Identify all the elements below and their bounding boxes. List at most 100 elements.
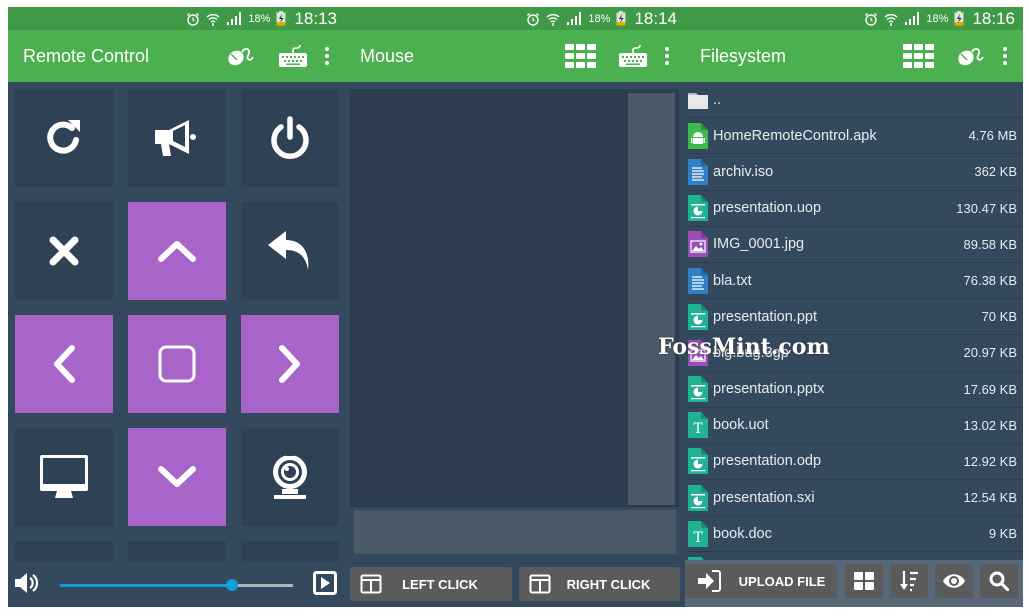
file-size: 76.38 KB bbox=[963, 273, 1018, 289]
power-button[interactable] bbox=[241, 89, 339, 187]
mouse-mode-button[interactable] bbox=[221, 36, 261, 76]
status-bar: 18% 18:13 bbox=[8, 7, 345, 30]
file-name: presentation.odp bbox=[713, 453, 822, 470]
webcam-button[interactable] bbox=[241, 428, 339, 526]
up-button[interactable] bbox=[128, 202, 226, 300]
media-play-button[interactable] bbox=[313, 570, 337, 600]
right-click-label: RIGHT CLICK bbox=[566, 576, 651, 592]
horizontal-scroll-area[interactable] bbox=[353, 509, 677, 555]
file-row[interactable]: bla.txt 76.38 KB bbox=[685, 263, 1023, 300]
svg-text:T: T bbox=[693, 421, 703, 437]
presentation-file-icon bbox=[688, 484, 708, 511]
remote-mode-button[interactable] bbox=[561, 36, 601, 76]
signal-icon bbox=[905, 12, 920, 25]
right-button[interactable] bbox=[241, 315, 339, 413]
mute-button[interactable] bbox=[14, 572, 40, 599]
file-size: 89.58 KB bbox=[963, 236, 1018, 252]
monitor-icon bbox=[40, 455, 88, 498]
clock: 18:13 bbox=[294, 8, 337, 28]
mouse-mode-button[interactable] bbox=[951, 36, 991, 76]
cancel-button[interactable] bbox=[15, 202, 113, 300]
mouse-screen: 18% 18:14 Mouse LEFT CLICK RIGHT CLICK bbox=[345, 7, 685, 607]
sort-icon bbox=[900, 571, 918, 592]
view-mode-button[interactable] bbox=[845, 564, 883, 598]
sort-button[interactable] bbox=[890, 564, 928, 598]
upload-file-button[interactable]: UPLOAD FILE bbox=[685, 564, 837, 598]
mouse-icon bbox=[958, 47, 984, 66]
folder-icon bbox=[688, 87, 708, 113]
file-row[interactable]: presentation.sxi 12.54 KB bbox=[685, 480, 1023, 517]
keyboard-icon bbox=[279, 44, 307, 67]
file-row[interactable]: HomeRemoteControl.apk 4.76 MB bbox=[685, 118, 1023, 155]
signal-icon bbox=[567, 12, 582, 25]
clock: 18:16 bbox=[972, 8, 1015, 28]
file-list: .. HomeRemoteControl.apk 4.76 MB archiv.iso… bbox=[685, 82, 1023, 560]
file-row[interactable]: archiv.iso 362 KB bbox=[685, 154, 1023, 191]
left-button[interactable] bbox=[15, 315, 113, 413]
extra-button[interactable] bbox=[241, 541, 339, 561]
file-row[interactable]: presentation.pptx 17.69 KB bbox=[685, 372, 1023, 408]
overflow-menu-button[interactable] bbox=[997, 36, 1013, 76]
chevron-right-icon bbox=[279, 345, 300, 383]
signal-icon bbox=[227, 12, 242, 25]
file-row[interactable]: big.bug.3gp 20.97 KB bbox=[685, 335, 1023, 372]
page-title: Filesystem bbox=[700, 45, 787, 66]
eye-icon bbox=[943, 574, 965, 588]
file-row[interactable]: presentation.ppt 70 KB bbox=[685, 299, 1023, 336]
refresh-button[interactable] bbox=[15, 89, 113, 187]
volume-slider[interactable] bbox=[60, 575, 293, 595]
status-bar: 18% 18:14 bbox=[345, 7, 685, 30]
file-row[interactable]: presentation.odp 12.92 KB bbox=[685, 444, 1023, 481]
file-name: presentation.uop bbox=[713, 200, 822, 217]
battery-percent: 18% bbox=[588, 12, 611, 25]
left-click-button[interactable]: LEFT CLICK bbox=[350, 567, 512, 601]
file-name: big.bug.3gp bbox=[713, 344, 789, 361]
file-row[interactable]: IMG_0001.jpg 89.58 KB bbox=[685, 227, 1023, 263]
image-file-icon bbox=[688, 231, 708, 258]
search-button[interactable] bbox=[980, 564, 1018, 598]
remote-mode-button[interactable] bbox=[899, 36, 939, 76]
power-icon bbox=[271, 116, 309, 159]
file-size: 17.69 KB bbox=[963, 381, 1018, 397]
overflow-menu-button[interactable] bbox=[319, 36, 335, 76]
alarm-icon bbox=[865, 12, 878, 26]
page-title: Mouse bbox=[360, 45, 415, 66]
file-name: IMG_0001.jpg bbox=[713, 236, 805, 253]
app-bar: Filesystem bbox=[685, 30, 1023, 82]
back-button[interactable] bbox=[241, 202, 339, 300]
file-row[interactable]: .. bbox=[685, 82, 1023, 119]
file-row[interactable]: Tbook.doc 9 KB bbox=[685, 516, 1023, 553]
view-grid-icon bbox=[854, 572, 874, 590]
more-vert-icon bbox=[1003, 47, 1007, 65]
file-size: 12.92 KB bbox=[963, 453, 1018, 469]
overflow-menu-button[interactable] bbox=[659, 36, 675, 76]
ok-button[interactable] bbox=[128, 315, 226, 413]
file-row[interactable]: Tbook.uot 13.02 KB bbox=[685, 408, 1023, 444]
file-row[interactable]: presentation.uop 130.47 KB bbox=[685, 191, 1023, 227]
search-icon bbox=[989, 571, 1009, 591]
file-name: presentation.pptx bbox=[713, 381, 825, 398]
presentation-file-icon bbox=[688, 303, 708, 330]
touchpad-area[interactable] bbox=[350, 89, 679, 507]
slider-thumb[interactable] bbox=[226, 579, 239, 591]
keyboard-mode-button[interactable] bbox=[273, 36, 313, 76]
file-name: HomeRemoteControl.apk bbox=[713, 127, 877, 144]
extra-button[interactable] bbox=[15, 541, 113, 561]
keyboard-mode-button[interactable] bbox=[613, 36, 653, 76]
text-file-icon bbox=[688, 158, 708, 185]
announce-button[interactable] bbox=[128, 89, 226, 187]
file-row[interactable] bbox=[685, 552, 1023, 560]
file-toolbar: UPLOAD FILE bbox=[685, 560, 1023, 607]
display-button[interactable] bbox=[15, 428, 113, 526]
document-file-icon: T bbox=[688, 520, 708, 547]
alarm-icon bbox=[527, 12, 540, 26]
extra-button[interactable] bbox=[128, 541, 226, 561]
play-icon bbox=[313, 570, 337, 595]
right-click-button[interactable]: RIGHT CLICK bbox=[519, 567, 680, 601]
toggle-hidden-button[interactable] bbox=[935, 564, 973, 598]
file-size: 20.97 KB bbox=[963, 345, 1018, 361]
vertical-scroll-area[interactable] bbox=[628, 93, 675, 505]
chevron-down-icon bbox=[158, 466, 196, 487]
down-button[interactable] bbox=[128, 428, 226, 526]
file-name: book.uot bbox=[713, 417, 769, 434]
